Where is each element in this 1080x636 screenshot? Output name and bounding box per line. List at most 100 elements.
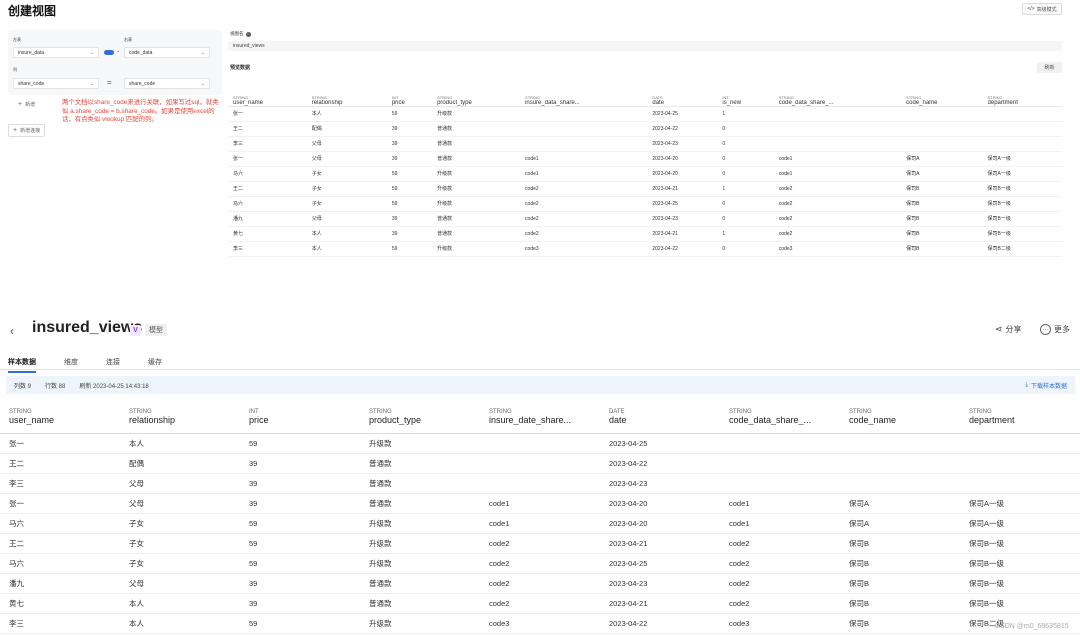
view-name-input[interactable]: insured_views xyxy=(228,41,1062,51)
share-icon: ⋖ xyxy=(995,324,1003,334)
table-cell: 保司B一级 xyxy=(982,181,1062,197)
refresh-button[interactable]: 刷新 xyxy=(1037,62,1062,73)
table-row: 张一 本人 59 升级款 2023-04-25 1 xyxy=(228,106,1062,122)
table-cell: 0 xyxy=(717,166,774,182)
table-cell: 39 xyxy=(240,573,360,594)
table-cell: 2023-04-23 xyxy=(647,211,718,227)
column-header[interactable]: STRING insure_data_share... xyxy=(520,89,647,106)
table-cell: code2 xyxy=(720,593,840,614)
table-cell: 2023-04-21 xyxy=(647,181,718,197)
column-header[interactable]: STRING product_type xyxy=(360,402,480,433)
right-column-select[interactable]: share_code ⌄ xyxy=(124,78,210,89)
table-cell: 配偶 xyxy=(120,453,240,474)
table-cell xyxy=(773,106,902,122)
table-cell: 保司B xyxy=(901,226,983,242)
table-cell xyxy=(773,121,902,137)
left-table-select[interactable]: insure_data ⌄ xyxy=(13,47,99,58)
equals-sign: = xyxy=(107,78,112,87)
table-cell: 配偶 xyxy=(306,121,387,137)
join-type-chevron-icon[interactable]: ⌄ xyxy=(116,48,120,54)
tab-connections[interactable]: 连接 xyxy=(106,355,120,373)
table-cell: 0 xyxy=(717,211,774,227)
table-cell: 保司A一级 xyxy=(982,166,1062,182)
table-cell: 普通款 xyxy=(432,136,521,152)
add-join-label: 新增连接 xyxy=(20,128,41,134)
advanced-mode-button[interactable]: </> 高级模式 xyxy=(1022,3,1062,15)
table-cell: 张一 xyxy=(0,493,120,514)
table-cell xyxy=(520,136,648,152)
table-cell: 马六 xyxy=(228,196,307,212)
column-header[interactable]: STRING code_data_share_... xyxy=(774,89,901,106)
column-name: price xyxy=(249,415,269,426)
table-cell: code3 xyxy=(720,613,840,634)
table-cell: 2023-04-20 xyxy=(600,513,720,534)
table-cell: code3 xyxy=(480,613,600,634)
column-header[interactable]: STRING user_name xyxy=(228,89,307,106)
table-cell: 2023-04-22 xyxy=(647,241,718,257)
refresh-time: 刷新 2023-04-25 14:43:18 xyxy=(79,383,149,390)
column-header[interactable]: STRING code_data_share_... xyxy=(720,402,840,433)
table-cell: 39 xyxy=(386,151,433,167)
view-name-label-text: 视图名 xyxy=(230,31,244,36)
table-cell: 李三 xyxy=(0,613,120,634)
table-cell: 本人 xyxy=(120,613,240,634)
column-header[interactable]: STRING insure_date_share... xyxy=(480,402,600,433)
column-name: product_type xyxy=(437,99,472,106)
table-cell: 父母 xyxy=(120,493,240,514)
table-row: 王二 子女 59 升级款 code2 2023-04-21 1 code2 保司B 保司B一级 xyxy=(228,181,1062,197)
more-button[interactable]: ··· 更多 xyxy=(1040,324,1070,335)
column-header[interactable]: STRING relationship xyxy=(307,89,387,106)
column-header[interactable]: STRING relationship xyxy=(120,402,240,433)
column-header[interactable]: STRING user_name xyxy=(0,402,120,433)
share-button[interactable]: ⋖ 分享 xyxy=(995,324,1022,335)
column-header[interactable]: STRING department xyxy=(983,89,1062,106)
table-cell: 59 xyxy=(386,166,433,182)
table-cell xyxy=(901,136,983,152)
table-cell: 保司B xyxy=(840,593,960,614)
join-type-icon[interactable] xyxy=(104,50,114,55)
tab-sample-data[interactable]: 样本数据 xyxy=(8,355,36,373)
download-sample-button[interactable]: ⤓ 下载样本数据 xyxy=(1025,381,1067,390)
table-cell: 2023-04-23 xyxy=(647,136,718,152)
column-header[interactable]: STRING code_name xyxy=(901,89,982,106)
table-cell: 马六 xyxy=(228,166,307,182)
column-header[interactable]: STRING product_type xyxy=(432,89,520,106)
right-table-select[interactable]: code_data ⌄ xyxy=(124,47,210,58)
table-cell: 普通款 xyxy=(432,211,521,227)
table-cell: 0 xyxy=(717,241,774,257)
table-cell: 保司A一级 xyxy=(960,493,1080,514)
table-cell: 保司B一级 xyxy=(960,553,1080,574)
column-name: code_name xyxy=(906,99,938,106)
column-header[interactable]: INT price xyxy=(387,89,432,106)
table-cell: 1 xyxy=(717,226,774,242)
add-condition-button[interactable]: + 新增 xyxy=(18,101,35,108)
table-cell xyxy=(720,433,840,454)
table-cell: 59 xyxy=(386,241,433,257)
table-cell: 子女 xyxy=(120,553,240,574)
column-header[interactable]: DATE date xyxy=(600,402,720,433)
table-cell: 59 xyxy=(386,196,433,212)
add-join-button[interactable]: + 新增连接 xyxy=(8,124,46,137)
column-header[interactable]: STRING department xyxy=(960,402,1080,433)
column-label: 列 xyxy=(13,67,17,72)
table-row: 黄七 本人 39 普通款 code2 2023-04-21 code2 保司B 保司B一级 xyxy=(0,593,1080,614)
column-header[interactable]: INT is_new xyxy=(717,89,773,106)
table-cell: 0 xyxy=(717,136,774,152)
table-cell: code1 xyxy=(720,513,840,534)
back-chevron-icon[interactable]: ‹ xyxy=(10,324,14,338)
table-cell xyxy=(960,473,1080,494)
table-cell: 李三 xyxy=(0,473,120,494)
page-title: 创建视图 xyxy=(8,4,57,18)
table-cell xyxy=(720,453,840,474)
table-cell xyxy=(960,433,1080,454)
tab-dimensions[interactable]: 维度 xyxy=(64,355,78,373)
left-column-select[interactable]: share_code ⌄ xyxy=(13,78,99,89)
column-header[interactable]: INT price xyxy=(240,402,360,433)
column-name: is_new xyxy=(722,99,742,106)
table-cell: 2023-04-25 xyxy=(600,433,720,454)
column-header[interactable]: STRING code_name xyxy=(840,402,960,433)
table-cell: code2 xyxy=(520,196,648,212)
view-name-label: 视图名 i xyxy=(230,31,251,37)
tab-cache[interactable]: 缓存 xyxy=(148,355,162,373)
column-header[interactable]: DATE date xyxy=(647,89,717,106)
